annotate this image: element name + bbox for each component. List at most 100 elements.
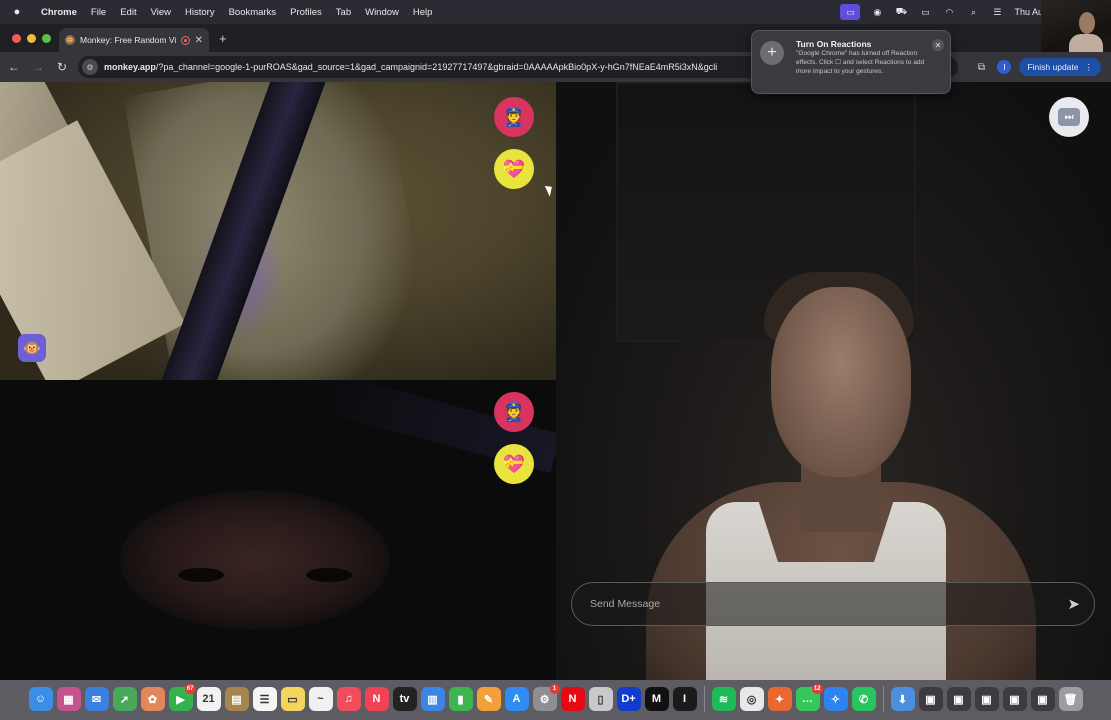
webcam-person-head [1079,12,1095,34]
dock-glyph: D+ [621,693,636,705]
dock-glyph: ▣ [1037,693,1048,706]
heart-gift-button-bottom[interactable]: 💝 [494,444,534,484]
dock-freeform-icon[interactable]: ~ [308,687,333,711]
profile-avatar[interactable]: I [997,60,1012,74]
dock-calendar-icon[interactable]: 21 [196,687,221,711]
menu-clock[interactable]: Thu Au [1014,7,1043,17]
dock-glyph: 🗑 [1063,693,1078,706]
reactions-notification[interactable]: + Turn On Reactions "Google Chrome" has … [751,30,951,94]
dock-notes-icon[interactable]: ▭ [280,687,305,711]
search-icon[interactable]: ⌕ [966,6,980,18]
dock-netflix-icon[interactable]: N [560,687,585,711]
dock-maps-icon[interactable]: ➚ [112,687,137,711]
dock-mail-icon[interactable]: ✉ [84,687,109,711]
dock-glyph: ▣ [1009,693,1020,706]
url-domain: monkey.app [104,62,156,72]
dock-cursor-app-icon[interactable]: I [672,687,697,711]
dock-finder-icon[interactable]: ☺ [28,687,53,711]
back-arrow-icon[interactable]: ← [2,60,26,74]
dock-safari-icon[interactable]: ✧ [823,687,848,711]
dock-spotify-icon[interactable]: ≋ [711,687,736,711]
finish-update-button[interactable]: Finish update ⋮ [1019,58,1101,76]
car-icon[interactable]: ⛟ [894,6,908,18]
browser-tab[interactable]: 🐵 Monkey: Free Random Vi ✕ [59,28,209,52]
menu-item-file[interactable]: File [84,7,113,18]
dock-messages-icon[interactable]: … 12 [795,684,823,711]
dock-music-icon[interactable]: ♫ [336,687,361,711]
dock-glyph: ▥ [427,693,438,706]
monkey-icon[interactable]: 🐵 [18,334,46,362]
forward-arrow-icon[interactable]: → [26,60,50,74]
close-window-button[interactable] [12,34,21,43]
dock-medium-icon[interactable]: M [644,687,669,711]
menu-item-history[interactable]: History [178,7,222,18]
dock-trash-icon[interactable]: 🗑 [1058,687,1083,711]
more-menu-icon[interactable]: ⋮ [1085,62,1094,73]
screen-share-icon[interactable]: ▭ [840,4,861,20]
report-police-button-top[interactable]: 👮 [494,97,534,137]
menu-item-chrome[interactable]: Chrome [34,7,84,18]
url-text[interactable]: monkey.app/?pa_channel=google-1-purROAS&… [104,62,717,72]
dock-glyph: M [651,693,662,705]
menu-item-view[interactable]: View [144,7,178,18]
dock-appletv-icon[interactable]: tv [392,687,417,711]
skip-next-button[interactable]: ⏭ [1049,97,1089,137]
menu-item-profiles[interactable]: Profiles [283,7,329,18]
notification-close-icon[interactable]: ✕ [932,39,944,51]
dock-disney-icon[interactable]: D+ [616,687,641,711]
dock-chrome-icon[interactable]: ◎ [739,687,764,711]
menu-item-window[interactable]: Window [358,7,406,18]
dock-reminders-icon[interactable]: ☰ [252,687,277,711]
menu-item-edit[interactable]: Edit [113,7,143,18]
reload-icon[interactable]: ↻ [50,60,74,74]
dock-window-5-icon[interactable]: ▣ [1030,687,1055,711]
dock-glyph: ⬇ [897,693,908,706]
control-center-icon[interactable]: ☰ [990,6,1004,18]
dock-pages-icon[interactable]: ✎ [476,687,501,711]
dock-news-icon[interactable]: N [364,687,389,711]
screen: ● Chrome File Edit View History Bookmark… [0,0,1111,720]
dock-appstore-icon[interactable]: A [504,687,529,711]
close-tab-icon[interactable]: ✕ [195,35,203,46]
dock-launchpad-icon[interactable]: ▦ [56,687,81,711]
dock-glyph: ✆ [858,693,869,706]
wifi-icon[interactable]: ◠ [942,6,956,18]
dock-keynote-icon[interactable]: ▥ [420,687,445,711]
dock-fruit-app-icon[interactable]: ✦ [767,687,792,711]
video-eye-left [178,568,224,582]
send-icon[interactable]: ➤ [1067,595,1080,613]
dock-photos-icon[interactable]: ✿ [140,687,165,711]
dock-window-4-icon[interactable]: ▣ [1002,687,1027,711]
play-circle-icon[interactable]: ◉ [870,6,884,18]
finish-update-label: Finish update [1027,62,1079,72]
dock-window-1-icon[interactable]: ▣ [918,687,943,711]
dock-facetime-icon[interactable]: ▶ 67 [168,684,196,711]
report-police-button-bottom[interactable]: 👮 [494,392,534,432]
dock-settings-icon[interactable]: ⚙ 1 [532,684,560,711]
url-path: /?pa_channel=google-1-purROAS&gad_source… [155,62,718,72]
menu-bar: ● Chrome File Edit View History Bookmark… [0,0,1111,24]
zoom-window-button[interactable] [42,34,51,43]
menu-item-help[interactable]: Help [406,7,440,18]
site-info-icon[interactable]: ⚙ [82,59,98,75]
dock-glyph: ▭ [287,693,298,706]
dock-window-3-icon[interactable]: ▣ [974,687,999,711]
skip-icon: ⏭ [1058,108,1080,126]
video-face [120,490,390,630]
dock-whatsapp-icon[interactable]: ✆ [851,687,876,711]
menu-item-bookmarks[interactable]: Bookmarks [222,7,284,18]
dock-downloads-folder-icon[interactable]: ⬇ [890,687,915,711]
heart-gift-button-top[interactable]: 💝 [494,149,534,189]
cast-icon[interactable]: ⧉ [973,62,989,73]
dock-iphone-mirroring-icon[interactable]: ▯ [588,687,613,711]
dock-numbers-icon[interactable]: ▮ [448,687,473,711]
dock-notes-brown-icon[interactable]: ▤ [224,687,249,711]
dock-glyph: ☺ [34,693,47,705]
menu-item-tab[interactable]: Tab [329,7,358,18]
new-tab-button[interactable]: + [209,31,237,52]
dock-window-2-icon[interactable]: ▣ [946,687,971,711]
apple-icon[interactable]: ● [0,6,34,18]
battery-icon[interactable]: ▭ [918,6,932,18]
minimize-window-button[interactable] [27,34,36,43]
message-input[interactable] [590,598,1068,610]
